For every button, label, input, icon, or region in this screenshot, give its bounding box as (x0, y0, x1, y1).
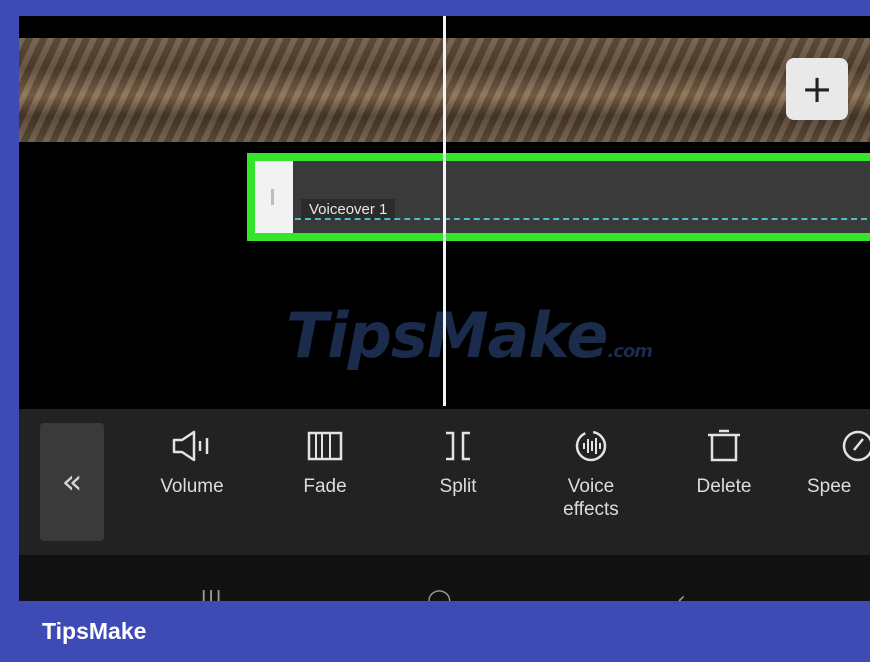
image-frame: + Voiceover 1 TipsMake.com « Volume Fade… (0, 0, 870, 662)
handle-grip-icon (271, 189, 274, 205)
playhead[interactable] (443, 16, 446, 406)
tool-volume-label: Volume (160, 476, 224, 497)
tool-voice-effects-label: Voice effects (563, 476, 619, 520)
voice-effects-icon (575, 430, 607, 462)
tool-fade[interactable]: Fade (270, 429, 380, 498)
tool-split-label: Split (439, 476, 477, 497)
edit-toolbar: « Volume Fade Split Voice effects Delete… (19, 409, 870, 555)
delete-icon (708, 429, 740, 462)
voiceover-audio-clip[interactable]: Voiceover 1 (247, 153, 870, 241)
tool-split[interactable]: Split (403, 429, 513, 498)
tool-speed[interactable]: Spee (799, 429, 870, 498)
system-navigation-bar: ||| ◯ ‹ (19, 555, 870, 601)
tool-fade-label: Fade (303, 476, 347, 497)
add-clip-button[interactable]: + (786, 58, 848, 120)
speed-icon (842, 430, 870, 462)
back-icon[interactable]: ‹ (677, 588, 686, 601)
audio-clip-label: Voiceover 1 (301, 199, 396, 220)
tool-volume[interactable]: Volume (137, 429, 247, 498)
tool-speed-label: Spee (807, 476, 852, 497)
watermark: TipsMake.com (286, 299, 653, 372)
home-icon[interactable]: ◯ (427, 588, 452, 601)
watermark-suffix: .com (607, 341, 653, 362)
clip-trim-handle[interactable] (255, 161, 293, 233)
volume-icon (172, 430, 209, 462)
tool-voice-effects[interactable]: Voice effects (536, 429, 646, 521)
video-editor-screen: + Voiceover 1 TipsMake.com « Volume Fade… (19, 16, 870, 601)
collapse-toolbar-button[interactable]: « (40, 423, 104, 541)
recent-apps-icon[interactable]: ||| (200, 588, 222, 601)
watermark-text: TipsMake (286, 299, 608, 372)
footer-brand: TipsMake (42, 618, 147, 644)
fade-icon (307, 431, 343, 461)
audio-waveform (295, 218, 867, 220)
split-icon (446, 431, 470, 461)
